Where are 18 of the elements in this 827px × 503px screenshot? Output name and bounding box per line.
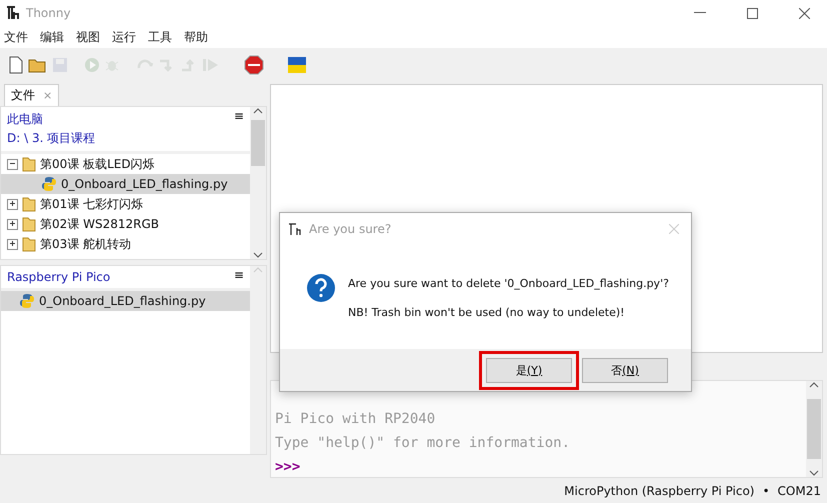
folder-path: D: \ 3. 项目课程 [7, 130, 96, 147]
file-name: 0_Onboard_LED_flashing.py [61, 177, 228, 191]
panel-title: 此电脑 [7, 111, 43, 128]
file-name: 第00课 板载LED闪烁 [40, 156, 155, 172]
file-name: 0_Onboard_LED_flashing.py [39, 294, 206, 308]
dialog-note: NB! Trash bin won't be used (no way to undelete)! [348, 306, 626, 319]
window-title: Thonny [26, 6, 72, 20]
dialog-message: Are you sure want to delete '0_Onboard_LED_flashing.py'? [348, 277, 669, 290]
file-name: 第03课 舵机转动 [40, 236, 132, 252]
dialog-title: Are you sure? [309, 222, 392, 236]
panel-title: Raspberry Pi Pico [7, 270, 110, 284]
file-name: 第01课 七彩灯闪烁 [40, 196, 144, 212]
shell-text: Type "help()" for more information. [275, 435, 572, 451]
file-name: 第02课 WS2812RGB [40, 216, 159, 232]
shell-text: Pi Pico with RP2040 [275, 411, 436, 427]
port-label: COM21 [778, 484, 821, 498]
separator-dot: • [762, 484, 770, 498]
shell-prompt: >>> [275, 459, 302, 475]
